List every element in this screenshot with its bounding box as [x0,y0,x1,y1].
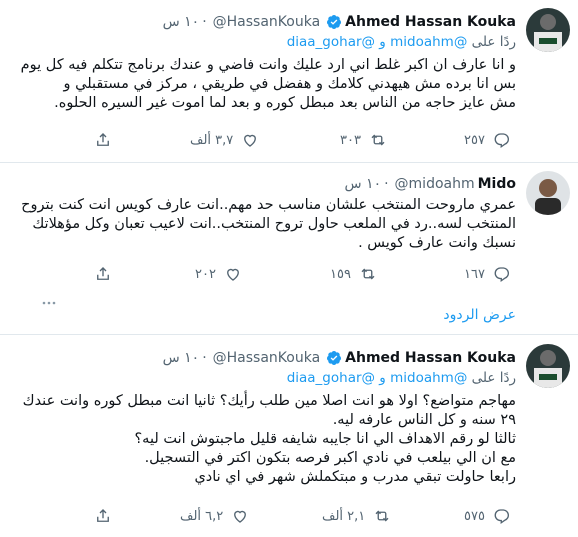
reply-count: ٢٥٧ [464,132,485,148]
retweet-icon [371,134,385,146]
retweet-count: ٣٠٣ [340,132,361,148]
action-bar: ١٦٧ ١٥٩ ٢٠٢ [0,265,578,283]
action-bar: ٢٥٧ ٣٠٣ ٣,٧ ألف [0,131,578,149]
verified-badge-icon [326,14,342,30]
reply-count: ١٦٧ [464,266,485,282]
timestamp[interactable]: ١٠ س [163,350,200,366]
display-name[interactable]: Mido [478,176,516,192]
replying-to: ردًا على @midoahm و @diaa_gohar [287,34,516,50]
separator-dot: · [202,350,207,366]
like-count: ٢٠٢ [195,266,216,282]
like-count: ٦,٢ ألف [180,508,224,524]
handle[interactable]: @HassanKouka [213,14,321,30]
replying-prefix: ردًا على [471,34,516,50]
display-name[interactable]: Ahmed Hassan Kouka [345,14,516,30]
tweet-1[interactable]: Ahmed Hassan Kouka @HassanKouka · ١٠ س ر… [0,0,578,162]
separator-dot: · [384,176,389,192]
like-button[interactable]: ٦,٢ ألف [180,507,249,525]
separator-dot: · [202,14,207,30]
tweet-header: Ahmed Hassan Kouka @HassanKouka · ١٠ س [163,12,516,32]
tweet-header: Ahmed Hassan Kouka @HassanKouka · ١٠ س [163,348,516,368]
replying-prefix: ردًا على [471,370,516,386]
share-button[interactable] [94,131,112,149]
show-replies-link[interactable]: عرض الردود [443,307,516,323]
display-name[interactable]: Ahmed Hassan Kouka [345,350,516,366]
reply-button[interactable]: ٥٧٥ [464,507,511,525]
share-icon [97,267,109,280]
retweet-button[interactable]: ٢,١ ألف [322,507,391,525]
like-icon [234,510,247,523]
reply-count: ٥٧٥ [464,508,485,524]
share-button[interactable] [94,265,112,283]
like-count: ٣,٧ ألف [190,132,234,148]
reply-icon [494,267,509,283]
handle[interactable]: @midoahm [395,176,475,192]
like-button[interactable]: ٢٠٢ [195,265,242,283]
like-icon [244,134,257,147]
retweet-count: ٢,١ ألف [322,508,366,524]
retweet-count: ١٥٩ [330,266,351,282]
avatar[interactable] [526,171,570,215]
thread-more-icon [40,291,58,309]
handle[interactable]: @HassanKouka [213,350,321,366]
retweet-icon [361,268,375,280]
tweet-text: و انا عارف ان اكبر غلط اني ارد عليك وانت… [20,57,516,111]
reply-button[interactable]: ٢٥٧ [464,131,511,149]
avatar[interactable] [526,8,570,52]
retweet-icon [375,510,389,522]
like-button[interactable]: ٣,٧ ألف [190,131,259,149]
replying-mentions[interactable]: @midoahm و @diaa_gohar [287,370,468,386]
retweet-button[interactable]: ١٥٩ [330,265,377,283]
reply-icon [494,509,509,525]
replying-to: ردًا على @midoahm و @diaa_gohar [287,370,516,386]
replying-mentions[interactable]: @midoahm و @diaa_gohar [287,34,468,50]
avatar[interactable] [526,344,570,388]
reply-icon [494,133,509,149]
timestamp[interactable]: ١٠ س [163,14,200,30]
share-icon [97,509,109,522]
tweet-header: Mido @midoahm · ١٠ س [345,174,517,194]
tweet-2[interactable]: Mido @midoahm · ١٠ س عمري ماروحت المنتخب… [0,163,578,298]
retweet-button[interactable]: ٣٠٣ [340,131,387,149]
reply-button[interactable]: ١٦٧ [464,265,511,283]
tweet-3[interactable]: Ahmed Hassan Kouka @HassanKouka · ١٠ س ر… [0,335,578,537]
share-icon [97,133,109,146]
like-icon [227,268,239,281]
tweet-text: مهاجم متواضع؟ اولا هو انت اصلا مين طلب ر… [22,393,516,485]
action-bar: ٥٧٥ ٢,١ ألف ٦,٢ ألف [0,507,578,525]
tweet-text: عمري ماروحت المنتخب علشان مناسب حد مهم..… [21,197,516,251]
verified-badge-icon [326,350,342,366]
share-button[interactable] [94,507,112,525]
timestamp[interactable]: ١٠ س [345,176,382,192]
